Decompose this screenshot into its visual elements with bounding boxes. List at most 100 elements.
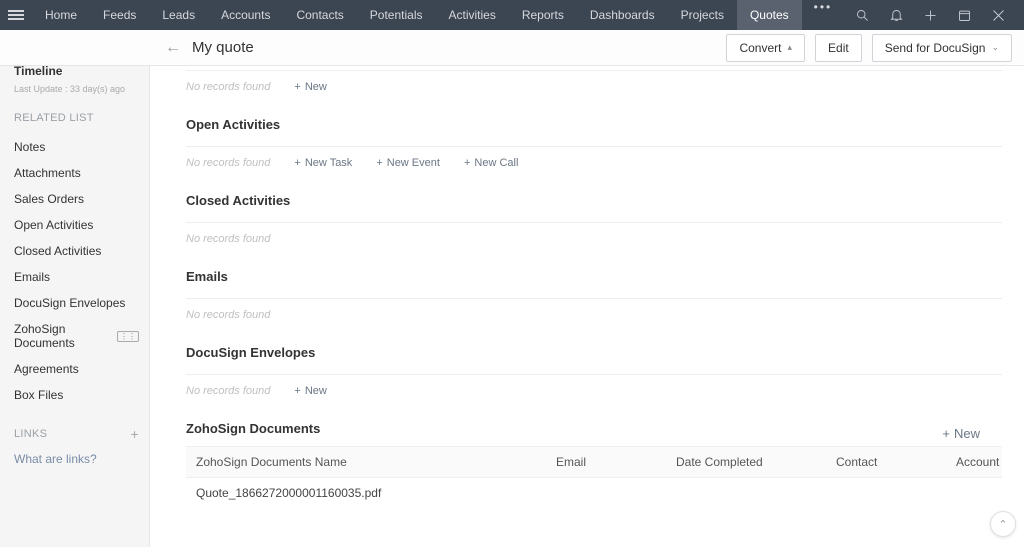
section-title: Closed Activities bbox=[186, 193, 1002, 208]
nav-accounts[interactable]: Accounts bbox=[208, 0, 283, 30]
convert-label: Convert bbox=[739, 41, 781, 55]
nav-activities[interactable]: Activities bbox=[436, 0, 509, 30]
section-title: DocuSign Envelopes bbox=[186, 345, 1002, 360]
section-title: Open Activities bbox=[186, 117, 1002, 132]
no-records-text: No records found bbox=[186, 233, 270, 245]
sidebar-item-attachments[interactable]: Attachments bbox=[14, 160, 139, 186]
sidebar-item-label: ZohoSign Documents bbox=[14, 322, 111, 350]
hamburger-icon[interactable] bbox=[8, 10, 24, 20]
nav-more[interactable]: ••• bbox=[802, 0, 845, 30]
sidebar-item-zohosign-documents[interactable]: ZohoSign Documents ⋮⋮ bbox=[14, 316, 139, 356]
sidebar-links-help[interactable]: What are links? bbox=[14, 452, 139, 466]
add-task[interactable]: +New Task bbox=[294, 157, 352, 169]
nav-contacts[interactable]: Contacts bbox=[283, 0, 356, 30]
edit-button[interactable]: Edit bbox=[815, 34, 862, 62]
cell-date bbox=[666, 478, 826, 508]
section-emails: Emails No records found bbox=[186, 251, 1024, 327]
cell-name: Quote_1866272000001160035.pdf bbox=[186, 478, 546, 508]
cell-contact bbox=[826, 478, 946, 508]
no-records-text: No records found bbox=[186, 309, 270, 321]
section-open-activities: Open Activities No records found +New Ta… bbox=[186, 99, 1024, 175]
caret-up-icon: ▴ bbox=[788, 42, 793, 53]
nav-right bbox=[854, 7, 1016, 23]
section-bar: No records found bbox=[186, 298, 1002, 327]
nav-home[interactable]: Home bbox=[32, 0, 90, 30]
convert-button[interactable]: Convert ▴ bbox=[726, 34, 805, 62]
send-docusign-label: Send for DocuSign bbox=[885, 41, 986, 55]
nav-leads[interactable]: Leads bbox=[149, 0, 208, 30]
no-records-text: No records found bbox=[186, 157, 270, 169]
col-date[interactable]: Date Completed bbox=[666, 447, 826, 477]
bell-icon[interactable] bbox=[888, 7, 904, 23]
add-new[interactable]: +New bbox=[942, 426, 980, 441]
section-bar: No records found +New bbox=[186, 374, 1002, 403]
sidebar-links-heading: LINKS + bbox=[14, 426, 139, 442]
col-email[interactable]: Email bbox=[546, 447, 666, 477]
sidebar-item-emails[interactable]: Emails bbox=[14, 264, 139, 290]
page-title: My quote bbox=[192, 39, 254, 56]
section-titlebar: ZohoSign Documents +New bbox=[186, 421, 1002, 446]
section-zohosign: ZohoSign Documents +New ZohoSign Documen… bbox=[186, 403, 1024, 508]
sidebar-item-docusign-envelopes[interactable]: DocuSign Envelopes bbox=[14, 290, 139, 316]
top-nav: Home Feeds Leads Accounts Contacts Poten… bbox=[0, 0, 1024, 30]
nav-items: Home Feeds Leads Accounts Contacts Poten… bbox=[32, 0, 844, 30]
chevron-down-icon: ⌄ bbox=[991, 42, 999, 53]
sidebar-timeline[interactable]: Timeline bbox=[14, 64, 62, 78]
add-new[interactable]: +New bbox=[294, 385, 326, 397]
add-new[interactable]: +New bbox=[294, 81, 326, 93]
section-top-bar: No records found +New bbox=[186, 70, 1002, 99]
cell-email bbox=[546, 478, 666, 508]
sidebar-links-label: LINKS bbox=[14, 428, 47, 440]
section-bar: No records found bbox=[186, 222, 1002, 251]
section-bar: No records found +New Task +New Event +N… bbox=[186, 146, 1002, 175]
col-name[interactable]: ZohoSign Documents Name bbox=[186, 447, 546, 477]
plus-icon[interactable] bbox=[922, 7, 938, 23]
cell-account bbox=[946, 478, 1002, 508]
sidebar-related-heading: RELATED LIST bbox=[14, 112, 139, 124]
nav-reports[interactable]: Reports bbox=[509, 0, 577, 30]
calendar-icon[interactable] bbox=[956, 7, 972, 23]
nav-projects[interactable]: Projects bbox=[668, 0, 737, 30]
table-row[interactable]: Quote_1866272000001160035.pdf bbox=[186, 478, 1002, 508]
nav-potentials[interactable]: Potentials bbox=[357, 0, 436, 30]
sidebar-item-box-files[interactable]: Box Files bbox=[14, 382, 139, 408]
add-event[interactable]: +New Event bbox=[376, 157, 440, 169]
plus-icon: + bbox=[464, 157, 470, 169]
nav-quotes[interactable]: Quotes bbox=[737, 0, 802, 30]
section-title: Emails bbox=[186, 269, 1002, 284]
sidebar-item-open-activities[interactable]: Open Activities bbox=[14, 212, 139, 238]
add-call[interactable]: +New Call bbox=[464, 157, 518, 169]
left-sidebar: Info Timeline Last Update : 33 day(s) ag… bbox=[0, 30, 150, 547]
no-records-text: No records found bbox=[186, 385, 270, 397]
plus-icon: + bbox=[376, 157, 382, 169]
sidebar-item-agreements[interactable]: Agreements bbox=[14, 356, 139, 382]
header-actions: Convert ▴ Edit Send for DocuSign ⌄ bbox=[726, 34, 1012, 62]
sidebar-links-add-icon[interactable]: + bbox=[131, 426, 139, 442]
nav-dashboards[interactable]: Dashboards bbox=[577, 0, 668, 30]
section-title: ZohoSign Documents bbox=[186, 421, 320, 436]
send-docusign-button[interactable]: Send for DocuSign ⌄ bbox=[872, 34, 1012, 62]
section-docusign: DocuSign Envelopes No records found +New bbox=[186, 327, 1024, 403]
zohosign-table-header: ZohoSign Documents Name Email Date Compl… bbox=[186, 446, 1002, 478]
section-top: No records found +New bbox=[186, 66, 1024, 99]
sidebar-tag-icon: ⋮⋮ bbox=[117, 331, 139, 342]
nav-feeds[interactable]: Feeds bbox=[90, 0, 149, 30]
back-arrow-icon[interactable]: ← bbox=[165, 39, 181, 57]
sidebar-last-update: Last Update : 33 day(s) ago bbox=[14, 84, 125, 94]
col-account[interactable]: Account bbox=[946, 447, 1009, 477]
plus-icon: + bbox=[942, 426, 950, 441]
sidebar-item-sales-orders[interactable]: Sales Orders bbox=[14, 186, 139, 212]
search-icon[interactable] bbox=[854, 7, 870, 23]
section-closed-activities: Closed Activities No records found bbox=[186, 175, 1024, 251]
sidebar-item-notes[interactable]: Notes bbox=[14, 134, 139, 160]
plus-icon: + bbox=[294, 157, 300, 169]
plus-icon: + bbox=[294, 385, 300, 397]
page-header: ← My quote Convert ▴ Edit Send for DocuS… bbox=[0, 30, 1024, 66]
col-contact[interactable]: Contact bbox=[826, 447, 946, 477]
scroll-top-button[interactable]: ⌃ bbox=[990, 511, 1016, 537]
no-records-text: No records found bbox=[186, 81, 270, 93]
plus-icon: + bbox=[294, 81, 300, 93]
sidebar-item-closed-activities[interactable]: Closed Activities bbox=[14, 238, 139, 264]
tools-icon[interactable] bbox=[990, 7, 1006, 23]
sidebar-timeline-row: Timeline Last Update : 33 day(s) ago bbox=[14, 64, 139, 94]
